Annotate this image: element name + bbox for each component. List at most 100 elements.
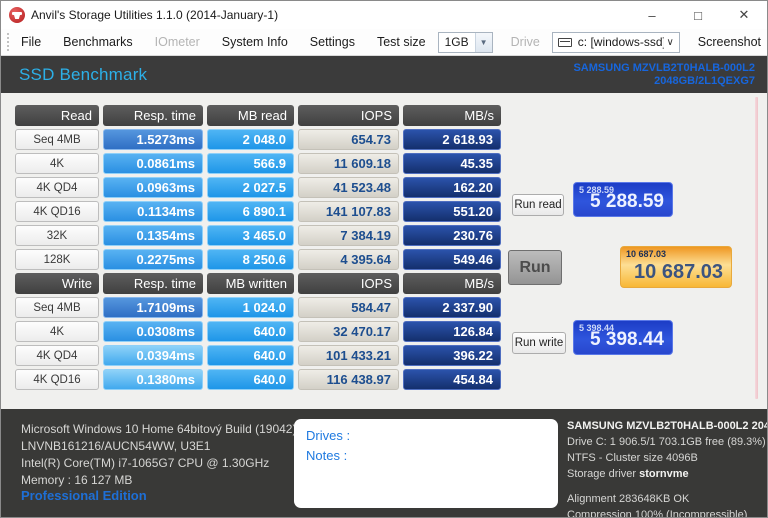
read-mb-cell: 566.9 — [207, 153, 294, 174]
maximize-icon[interactable]: □ — [675, 1, 721, 29]
write-mbs-cell: 396.22 — [403, 345, 501, 366]
mb-read-header: MB read — [207, 105, 294, 126]
read-row-label[interactable]: 128K — [15, 249, 99, 270]
write-iops-cell: 116 438.97 — [298, 369, 399, 390]
write-resp-cell: 0.0308ms — [103, 321, 203, 342]
read-header: Read — [15, 105, 99, 126]
menu-settings[interactable]: Settings — [302, 31, 363, 53]
read-mbs-cell: 551.20 — [403, 201, 501, 222]
mbs-header: MB/s — [403, 105, 501, 126]
drive-select[interactable]: c: [windows-ssd] ∨ — [552, 32, 680, 53]
read-mbs-cell: 162.20 — [403, 177, 501, 198]
write-score-box: 5 398.44 5 398.44 — [573, 320, 673, 355]
menu-screenshot[interactable]: Screenshot — [690, 31, 768, 53]
read-resp-cell: 0.1134ms — [103, 201, 203, 222]
run-write-button[interactable]: Run write — [512, 332, 566, 354]
write-mb-cell: 1 024.0 — [207, 297, 294, 318]
total-score-value: 10 687.03 — [634, 261, 723, 284]
read-row-label[interactable]: 32K — [15, 225, 99, 246]
menu-iometer: IOmeter — [147, 31, 208, 53]
machine-line: LNVNB161216/AUCN54WW, U3E1 — [21, 438, 296, 455]
resp-time-header: Resp. time — [103, 105, 203, 126]
storage-driver-line: Storage driver stornvme — [567, 466, 767, 482]
read-mb-cell: 2 048.0 — [207, 129, 294, 150]
read-mb-cell: 2 027.5 — [207, 177, 294, 198]
read-table: Read Resp. time MB read IOPS MB/s Seq 4M… — [15, 105, 501, 270]
resp-time-header: Resp. time — [103, 273, 203, 294]
write-mb-cell: 640.0 — [207, 321, 294, 342]
main-area: Read Resp. time MB read IOPS MB/s Seq 4M… — [1, 93, 767, 409]
write-row-label[interactable]: 4K QD16 — [15, 369, 99, 390]
drive-label: Drive — [503, 31, 548, 53]
read-iops-cell: 7 384.19 — [298, 225, 399, 246]
read-iops-cell: 141 107.83 — [298, 201, 399, 222]
write-iops-cell: 32 470.17 — [298, 321, 399, 342]
read-iops-cell: 4 395.64 — [298, 249, 399, 270]
storage-driver-name: stornvme — [639, 468, 689, 480]
write-mb-cell: 640.0 — [207, 369, 294, 390]
memory-line: Memory : 16 127 MB — [21, 472, 296, 489]
app-window: Anvil's Storage Utilities 1.1.0 (2014-Ja… — [0, 0, 768, 518]
toolbar-grip — [7, 33, 9, 51]
drive-free-space: Drive C: 1 906.5/1 703.1GB free (89.3%) — [567, 434, 767, 450]
device-model: SAMSUNG MZVLB2T0HALB-000L2 — [573, 62, 755, 75]
write-mb-cell: 640.0 — [207, 345, 294, 366]
read-resp-cell: 1.5273ms — [103, 129, 203, 150]
read-resp-cell: 0.2275ms — [103, 249, 203, 270]
benchmark-header: SSD Benchmark SAMSUNG MZVLB2T0HALB-000L2… — [1, 56, 767, 93]
alignment-line: Alignment 283648KB OK — [567, 491, 767, 507]
read-mb-cell: 3 465.0 — [207, 225, 294, 246]
run-button[interactable]: Run — [508, 250, 562, 285]
device-info: SAMSUNG MZVLB2T0HALB-000L2 2048GB/2L1QEX… — [573, 62, 755, 88]
menu-benchmarks[interactable]: Benchmarks — [55, 31, 140, 53]
system-info-block: Microsoft Windows 10 Home 64bitový Build… — [21, 421, 296, 489]
cpu-line: Intel(R) Core(TM) i7-1065G7 CPU @ 1.30GH… — [21, 455, 296, 472]
drive-info-block: SAMSUNG MZVLB2T0HALB-000L2 2048GB Drive … — [567, 418, 767, 518]
write-mbs-cell: 454.84 — [403, 369, 501, 390]
notes-box[interactable]: Drives : Notes : — [294, 419, 558, 508]
drive-filesystem: NTFS - Cluster size 4096B — [567, 450, 767, 466]
write-resp-cell: 0.0394ms — [103, 345, 203, 366]
write-row-label[interactable]: Seq 4MB — [15, 297, 99, 318]
write-resp-cell: 1.7109ms — [103, 297, 203, 318]
read-iops-cell: 654.73 — [298, 129, 399, 150]
drive-icon — [558, 38, 572, 47]
write-iops-cell: 101 433.21 — [298, 345, 399, 366]
iops-header: IOPS — [298, 273, 399, 294]
device-capacity-firmware: 2048GB/2L1QEXG7 — [573, 75, 755, 88]
read-row-label[interactable]: 4K — [15, 153, 99, 174]
anvil-app-icon — [9, 7, 25, 23]
read-mb-cell: 8 250.6 — [207, 249, 294, 270]
drives-label: Drives : — [306, 426, 546, 446]
write-row-label[interactable]: 4K QD4 — [15, 345, 99, 366]
read-mbs-cell: 45.35 — [403, 153, 501, 174]
read-row-label[interactable]: 4K QD4 — [15, 177, 99, 198]
read-mbs-cell: 230.76 — [403, 225, 501, 246]
notes-label: Notes : — [306, 446, 546, 466]
write-row-label[interactable]: 4K — [15, 321, 99, 342]
menu-file[interactable]: File — [13, 31, 49, 53]
mb-written-header: MB written — [207, 273, 294, 294]
read-row-label[interactable]: 4K QD16 — [15, 201, 99, 222]
read-score-box: 5 288.59 5 288.59 — [573, 182, 673, 217]
read-resp-cell: 0.0963ms — [103, 177, 203, 198]
progress-bar — [755, 97, 758, 399]
write-score-value: 5 398.44 — [590, 329, 664, 351]
read-score-value: 5 288.59 — [590, 191, 664, 213]
read-iops-cell: 11 609.18 — [298, 153, 399, 174]
close-icon[interactable]: ✕ — [721, 1, 767, 29]
compression-line: Compression 100% (Incompressible) — [567, 507, 767, 518]
read-row-label[interactable]: Seq 4MB — [15, 129, 99, 150]
test-size-select[interactable]: 1GB ▼ — [438, 32, 493, 53]
os-line: Microsoft Windows 10 Home 64bitový Build… — [21, 421, 296, 438]
dropdown-arrow-icon[interactable]: ▼ — [475, 33, 492, 52]
run-read-button[interactable]: Run read — [512, 194, 564, 216]
menu-system-info[interactable]: System Info — [214, 31, 296, 53]
drive-model: SAMSUNG MZVLB2T0HALB-000L2 2048GB — [567, 418, 767, 434]
drive-value: c: [windows-ssd] — [572, 35, 665, 49]
write-resp-cell: 0.1380ms — [103, 369, 203, 390]
page-title: SSD Benchmark — [19, 65, 147, 85]
read-resp-cell: 0.1354ms — [103, 225, 203, 246]
mbs-header: MB/s — [403, 273, 501, 294]
minimize-icon[interactable]: – — [629, 1, 675, 29]
